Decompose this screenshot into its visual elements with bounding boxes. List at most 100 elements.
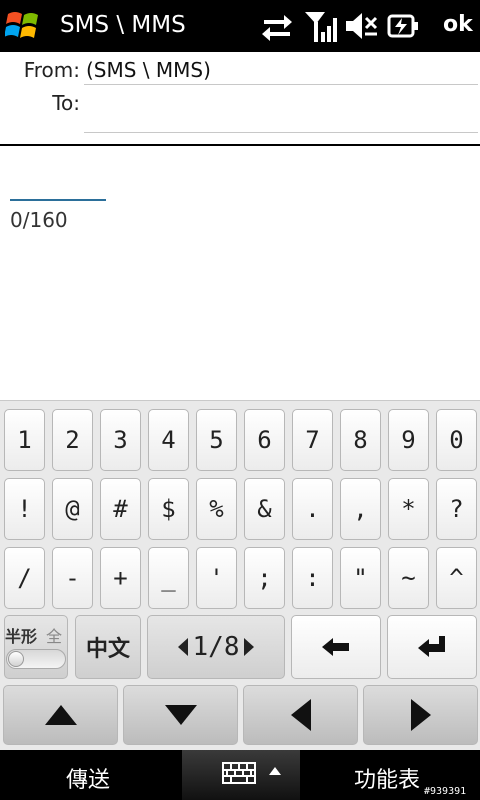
key-label: - [65,564,80,592]
key-label: % [209,495,224,523]
key-label: 2 [65,426,80,454]
digit-key-2[interactable]: 2 [52,409,93,471]
arrow-right-key[interactable] [363,685,478,745]
page-next-icon[interactable] [243,637,255,657]
page-indicator: 1/8 [192,632,240,662]
key-label: : [305,564,320,592]
from-field[interactable]: (SMS \ MMS) [86,58,211,82]
symbol-key-1[interactable]: ! [4,478,45,540]
caret-up-icon [269,767,281,775]
enter-key[interactable] [387,615,477,679]
arrow-left-key[interactable] [243,685,358,745]
symbol-key-2[interactable]: - [52,547,93,609]
on-screen-keyboard: 半形 全 中文 1/8 1 2 3 4 5 6 7 8 9 0! @ # $% &., *? / - + _ ';: "… [0,400,480,751]
symbol-key-6[interactable]: ; [244,547,285,609]
symbol-key-9[interactable]: ~ [388,547,429,609]
digit-key-5[interactable]: 5 [196,409,237,471]
windows-start-icon[interactable] [5,8,43,44]
chinese-mode-key[interactable]: 中文 [75,615,141,679]
key-label: @ [65,495,80,523]
symbol-key-10[interactable]: ? [436,478,477,540]
symbol-key-6[interactable]: & [244,478,285,540]
send-softkey[interactable]: 傳送 [66,762,110,794]
softkey-bar: 傳送 功能表 [0,750,480,800]
key-label: ; [257,564,272,592]
key-label: 6 [257,426,272,454]
app-title: SMS \ MMS [60,12,186,38]
digit-key-7[interactable]: 7 [292,409,333,471]
arrow-down-icon [164,705,197,725]
symbol-key-9[interactable]: * [388,478,429,540]
key-label: 9 [401,426,416,454]
symbol-key-7[interactable]: . [292,478,333,540]
symbol-key-5[interactable]: ' [196,547,237,609]
to-label: To: [52,91,80,115]
half-width-label: 半形 [5,627,38,646]
digit-key-10[interactable]: 0 [436,409,477,471]
key-label: 0 [449,426,464,454]
key-label: $ [161,495,176,523]
symbol-key-4[interactable]: _ [148,547,189,609]
message-header: From: (SMS \ MMS) To: [0,52,480,146]
character-counter: 0/160 [10,208,68,232]
key-label: ? [449,495,464,523]
key-label: / [17,564,32,592]
signal-strength-icon[interactable] [303,10,337,42]
key-label: ! [17,495,32,523]
symbol-page-key[interactable]: 1/8 [147,615,285,679]
key-label: 5 [209,426,224,454]
from-label: From: [23,58,80,82]
keyboard-icon [222,762,256,784]
digit-key-1[interactable]: 1 [4,409,45,471]
backspace-key[interactable] [291,615,381,679]
input-panel-button[interactable] [182,750,300,800]
key-label: 8 [353,426,368,454]
ok-button[interactable]: ok [443,12,473,37]
arrow-up-key[interactable] [3,685,118,745]
page-previous-icon[interactable] [177,637,189,657]
digit-key-9[interactable]: 9 [388,409,429,471]
speaker-mute-icon[interactable] [344,10,378,42]
message-body-input[interactable] [10,160,470,200]
key-label: 7 [305,426,320,454]
to-field-underline [84,132,478,133]
key-label: 3 [113,426,128,454]
watermark-text: #939391 [424,786,467,797]
arrow-right-icon [410,699,431,731]
symbol-key-3[interactable]: # [100,478,141,540]
key-label: _ [161,564,176,592]
key-label: . [305,495,320,523]
from-field-underline [84,84,478,85]
key-label: + [113,564,128,592]
key-label: 1 [17,426,32,454]
symbol-key-5[interactable]: % [196,478,237,540]
symbol-key-7[interactable]: : [292,547,333,609]
data-sync-icon[interactable] [260,10,294,42]
symbol-key-8[interactable]: " [340,547,381,609]
key-label: * [401,495,416,523]
battery-charging-icon[interactable] [385,10,421,42]
symbol-key-3[interactable]: + [100,547,141,609]
digit-key-6[interactable]: 6 [244,409,285,471]
key-label: 4 [161,426,176,454]
symbol-key-10[interactable]: ^ [436,547,477,609]
toggle-knob [8,651,24,667]
symbol-key-4[interactable]: $ [148,478,189,540]
digit-key-3[interactable]: 3 [100,409,141,471]
digit-key-4[interactable]: 4 [148,409,189,471]
key-label: ^ [449,564,464,592]
width-toggle-switch[interactable] [6,649,66,669]
key-label: ' [209,564,224,592]
arrow-down-key[interactable] [123,685,238,745]
symbol-key-1[interactable]: / [4,547,45,609]
symbol-key-8[interactable]: , [340,478,381,540]
key-label: " [353,564,368,592]
menu-softkey[interactable]: 功能表 [354,762,420,794]
full-width-label: 全 [46,627,63,646]
digit-key-8[interactable]: 8 [340,409,381,471]
to-field[interactable] [84,88,478,132]
chinese-mode-label: 中文 [85,637,130,662]
symbol-key-2[interactable]: @ [52,478,93,540]
message-body-underline [10,199,106,201]
key-label: ~ [401,564,416,592]
